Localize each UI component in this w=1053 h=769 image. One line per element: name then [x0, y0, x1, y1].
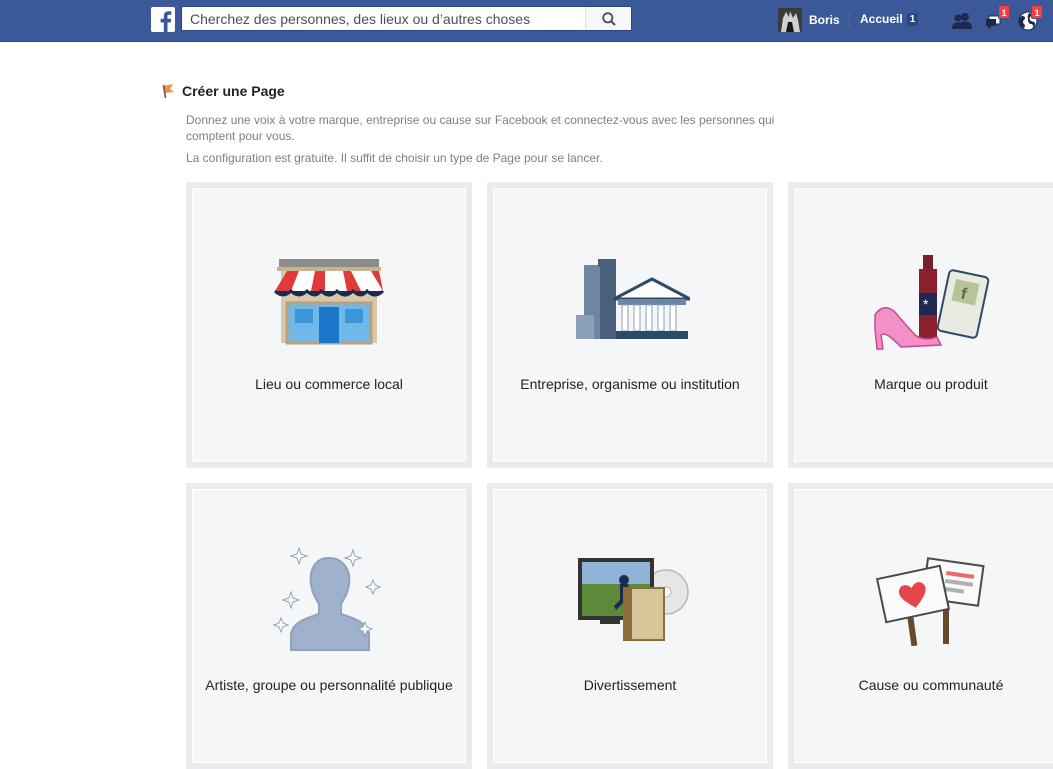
friends-icon [952, 13, 972, 29]
category-card-cause[interactable]: Cause ou communauté [788, 483, 1053, 769]
notifications-button[interactable]: 1 [1016, 5, 1043, 34]
category-label: Entreprise, organisme ou institution [520, 376, 740, 392]
card-panel: f * Marque ou produit [794, 188, 1053, 462]
search-button[interactable] [585, 7, 631, 30]
page-description: Donnez une voix à votre marque, entrepri… [186, 113, 775, 143]
category-label: Artiste, groupe ou personnalité publique [205, 677, 453, 693]
home-label: Accueil [860, 12, 903, 26]
top-navigation-bar: Boris Accueil 1 1 1 [0, 0, 1053, 42]
category-card-brand[interactable]: f * Marque ou produit [788, 182, 1053, 468]
category-label: Divertissement [583, 677, 677, 693]
artist-silhouette-icon [193, 542, 465, 652]
card-panel: Entreprise, organisme ou institution [493, 188, 767, 462]
friend-requests-button[interactable] [949, 8, 975, 34]
svg-text:*: * [923, 296, 929, 312]
category-label: Marque ou produit [874, 376, 988, 392]
facebook-logo-icon[interactable] [151, 7, 175, 32]
entertainment-icon [494, 546, 766, 656]
category-card-local-business[interactable]: Lieu ou commerce local [186, 182, 472, 468]
search-input[interactable] [182, 7, 587, 30]
category-card-entertainment[interactable]: Divertissement [487, 483, 773, 769]
search-icon [601, 11, 616, 26]
home-count-badge: 1 [906, 12, 919, 26]
storefront-icon [193, 245, 465, 355]
card-panel: Cause ou communauté [794, 489, 1053, 763]
buildings-icon [494, 245, 766, 355]
page-header: Créer une Page [161, 83, 285, 99]
protest-signs-icon [795, 546, 1053, 656]
profile-name: Boris [809, 13, 840, 27]
category-card-artist[interactable]: Artiste, groupe ou personnalité publique [186, 483, 472, 769]
divider [849, 12, 850, 28]
category-label: Cause ou communauté [858, 677, 1004, 693]
notifications-count-badge: 1 [1031, 5, 1043, 19]
card-panel: Divertissement [493, 489, 767, 763]
profile-link[interactable]: Boris [778, 7, 840, 33]
page-setup-note: La configuration est gratuite. Il suffit… [186, 151, 603, 165]
search-box [181, 6, 632, 31]
card-panel: Artiste, groupe ou personnalité publique [192, 489, 466, 763]
avatar [778, 8, 802, 32]
category-card-company[interactable]: Entreprise, organisme ou institution [487, 182, 773, 468]
page-title: Créer une Page [182, 83, 285, 99]
card-panel: Lieu ou commerce local [192, 188, 466, 462]
products-icon: f * [795, 243, 1053, 353]
category-label: Lieu ou commerce local [255, 376, 403, 392]
flag-icon [162, 84, 174, 99]
messages-button[interactable]: 1 [983, 5, 1010, 34]
messages-count-badge: 1 [998, 5, 1010, 19]
home-link[interactable]: Accueil 1 [860, 12, 919, 26]
